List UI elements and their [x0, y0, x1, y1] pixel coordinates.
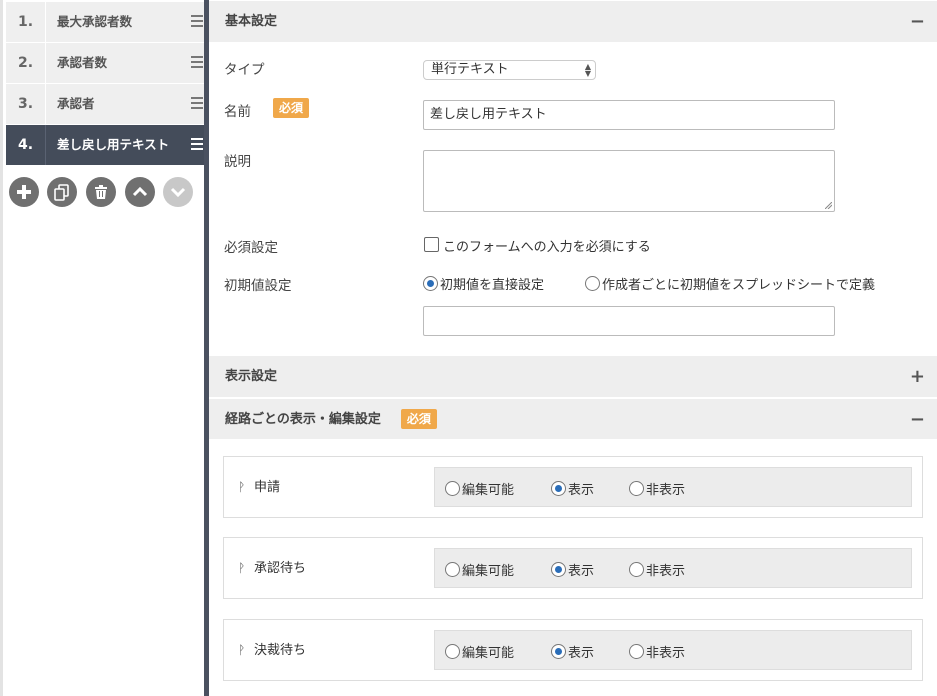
display-option[interactable]: 表示	[551, 559, 594, 579]
collapse-icon[interactable]: −	[910, 1, 925, 42]
description-label: 説明	[224, 154, 251, 170]
type-label: タイプ	[224, 62, 265, 78]
drag-handle-icon[interactable]	[191, 138, 203, 150]
copy-field-button[interactable]	[47, 177, 77, 207]
section-title: 基本設定	[225, 14, 278, 29]
radio-button[interactable]	[445, 562, 460, 577]
description-textarea[interactable]	[423, 150, 835, 212]
field-number: 2.	[6, 43, 46, 83]
name-label: 名前	[224, 104, 251, 120]
option-label: 初期値を直接設定	[440, 278, 545, 293]
section-title: 表示設定	[225, 369, 278, 384]
move-down-button[interactable]	[163, 177, 193, 207]
branch-icon: ᚹ	[238, 561, 246, 575]
type-select[interactable]: 単行テキスト ▲ ▼	[423, 60, 596, 80]
hidden-option[interactable]: 非表示	[629, 559, 685, 579]
field-list-panel: 1. 最大承認者数 2. 承認者数 3. 承認者 4. 差し戻し用テキスト	[0, 0, 207, 696]
branch-icon: ᚹ	[238, 480, 246, 494]
field-label: 最大承認者数	[57, 14, 133, 29]
visibility-options: 編集可能 表示 非表示	[434, 548, 912, 588]
required-setting-label: 必須設定	[224, 240, 278, 256]
section-title: 経路ごとの表示・編集設定 必須	[225, 399, 437, 440]
branch-icon: ᚹ	[238, 643, 246, 657]
field-label: 承認者数	[57, 55, 108, 70]
option-label: 作成者ごとに初期値をスプレッドシートで定義	[602, 278, 876, 293]
radio-button[interactable]	[551, 481, 566, 496]
initial-value-spreadsheet-option[interactable]: 作成者ごとに初期値をスプレッドシートで定義	[585, 273, 875, 293]
route-name: ᚹ 決裁待ち	[238, 620, 306, 681]
display-settings-header[interactable]: 表示設定 +	[209, 356, 937, 397]
route-row-awaiting-approval: ᚹ 承認待ち 編集可能 表示 非表示	[223, 537, 923, 599]
required-checkbox-label: このフォームへの入力を必須にする	[443, 240, 651, 255]
editable-option[interactable]: 編集可能	[445, 641, 514, 661]
route-name: ᚹ 承認待ち	[238, 538, 306, 599]
radio-button[interactable]	[585, 276, 600, 291]
drag-handle-icon[interactable]	[191, 15, 203, 27]
radio-button[interactable]	[551, 562, 566, 577]
chevron-down-icon	[170, 187, 186, 198]
radio-button[interactable]	[629, 644, 644, 659]
radio-button[interactable]	[423, 276, 438, 291]
resize-handle-icon[interactable]	[825, 202, 832, 209]
display-option[interactable]: 表示	[551, 641, 594, 661]
field-number: 3.	[6, 84, 46, 124]
expand-icon[interactable]: +	[910, 356, 925, 397]
radio-button[interactable]	[445, 481, 460, 496]
route-row-awaiting-decision: ᚹ 決裁待ち 編集可能 表示 非表示	[223, 619, 923, 681]
trash-icon	[95, 185, 107, 199]
field-number: 4.	[6, 125, 46, 165]
required-checkbox[interactable]	[424, 237, 439, 252]
initial-value-direct-option[interactable]: 初期値を直接設定	[423, 273, 544, 293]
delete-field-button[interactable]	[86, 177, 116, 207]
drag-handle-icon[interactable]	[191, 56, 203, 68]
initial-value-input[interactable]	[423, 306, 835, 336]
field-label: 承認者	[57, 96, 95, 111]
editable-option[interactable]: 編集可能	[445, 478, 514, 498]
move-up-button[interactable]	[125, 177, 155, 207]
add-field-button[interactable]	[9, 177, 39, 207]
field-item-4[interactable]: 4. 差し戻し用テキスト	[6, 125, 207, 165]
chevron-up-icon	[132, 186, 148, 197]
visibility-options: 編集可能 表示 非表示	[434, 467, 912, 507]
route-settings-header[interactable]: 経路ごとの表示・編集設定 必須 −	[209, 398, 937, 439]
name-input[interactable]: 差し戻し用テキスト	[423, 100, 835, 130]
route-name: ᚹ 申請	[238, 457, 280, 518]
radio-button[interactable]	[445, 644, 460, 659]
field-item-2[interactable]: 2. 承認者数	[6, 43, 207, 83]
hidden-option[interactable]: 非表示	[629, 478, 685, 498]
drag-handle-icon[interactable]	[191, 97, 203, 109]
required-badge: 必須	[400, 409, 437, 429]
route-row-apply: ᚹ 申請 編集可能 表示 非表示	[223, 456, 923, 518]
plus-icon	[17, 185, 31, 199]
radio-button[interactable]	[629, 562, 644, 577]
type-select-value: 単行テキスト	[431, 62, 509, 77]
editable-option[interactable]: 編集可能	[445, 559, 514, 579]
radio-button[interactable]	[551, 644, 566, 659]
select-arrows-icon: ▲ ▼	[584, 62, 591, 78]
field-settings-panel: 基本設定 − タイプ 単行テキスト ▲ ▼ 名前 必須 差し戻し用テキスト 説明 …	[209, 0, 937, 696]
field-item-3[interactable]: 3. 承認者	[6, 84, 207, 124]
required-badge: 必須	[273, 98, 310, 118]
hidden-option[interactable]: 非表示	[629, 641, 685, 661]
field-label: 差し戻し用テキスト	[57, 137, 170, 152]
visibility-options: 編集可能 表示 非表示	[434, 630, 912, 670]
copy-icon	[54, 184, 69, 201]
radio-button[interactable]	[629, 481, 644, 496]
basic-settings-header[interactable]: 基本設定 −	[209, 1, 937, 42]
collapse-icon[interactable]: −	[910, 399, 925, 440]
field-item-1[interactable]: 1. 最大承認者数	[6, 2, 207, 42]
field-number: 1.	[6, 2, 46, 42]
display-option[interactable]: 表示	[551, 478, 594, 498]
initial-value-label: 初期値設定	[224, 278, 292, 294]
